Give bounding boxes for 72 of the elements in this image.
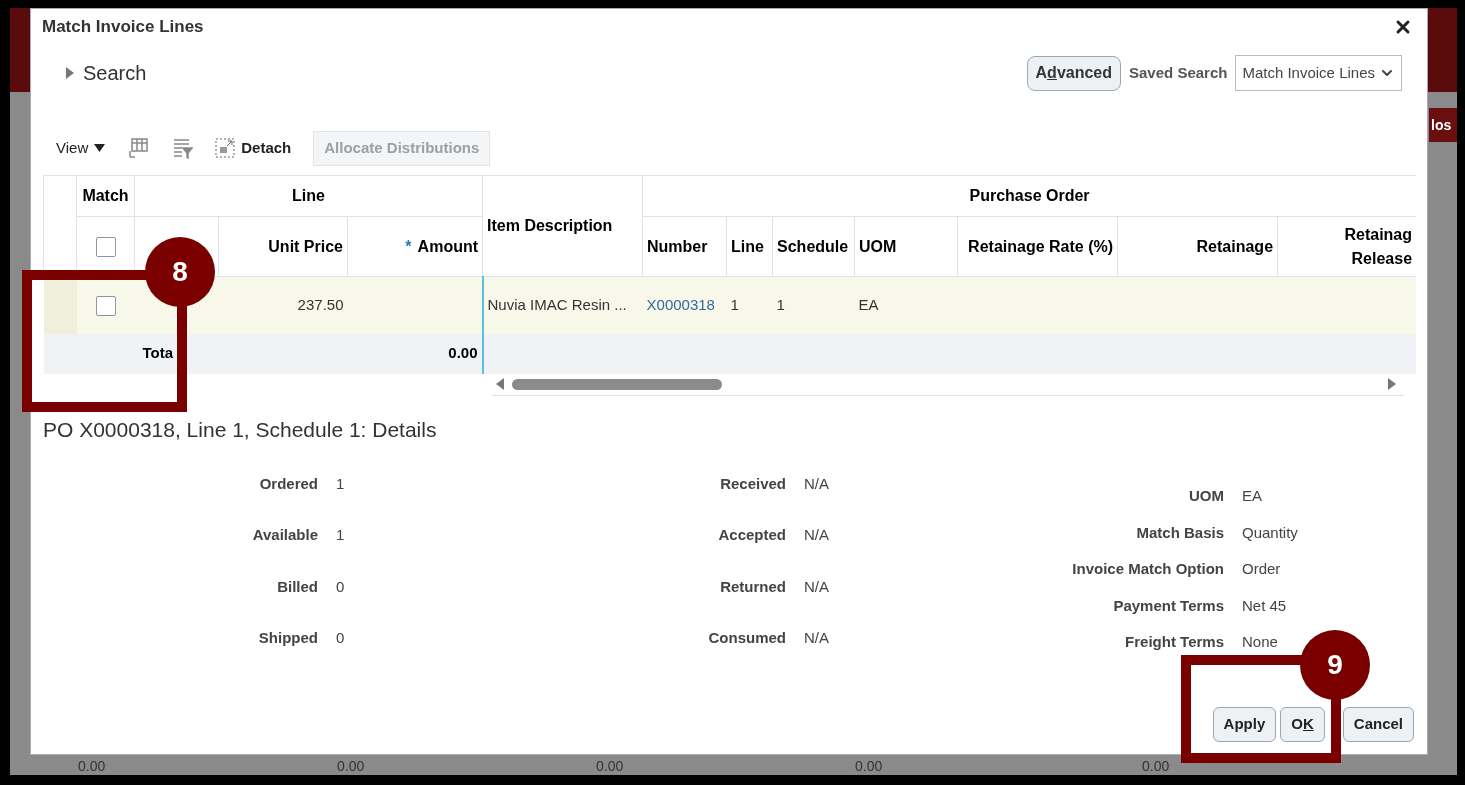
scroll-left-icon[interactable]	[496, 378, 504, 390]
table-cell: 237.50	[297, 296, 344, 313]
field-value: None	[1242, 632, 1279, 652]
po-number-link[interactable]: X0000318	[646, 296, 715, 313]
dialog-title: Match Invoice Lines	[42, 16, 204, 39]
column-header: Retainage Rate (%)	[957, 216, 1118, 277]
table-cell: 1	[776, 296, 785, 313]
page-value: 0.00	[337, 757, 365, 776]
scroll-right-icon[interactable]	[1388, 378, 1396, 390]
dialog-button[interactable]: Cancel	[1342, 707, 1414, 742]
field-label: Returned	[719, 576, 786, 597]
column-header: Retainage	[1117, 216, 1278, 277]
field-value: N/A	[804, 474, 830, 494]
column-header: UOM	[854, 216, 958, 277]
field-label: Payment Terms	[1112, 595, 1224, 616]
page-value: 0.00	[78, 757, 106, 776]
field-value: Order	[1242, 559, 1282, 579]
field-value: Net 45	[1242, 595, 1288, 616]
table-cell: 1	[730, 296, 739, 313]
scrollbar-thumb[interactable]	[512, 378, 722, 390]
detach-icon	[215, 138, 236, 158]
column-group-header: Line	[134, 175, 483, 217]
field-value: 0	[336, 628, 346, 649]
filter-icon[interactable]	[171, 137, 194, 159]
disclosure-triangle-icon	[65, 66, 75, 80]
page-value: 0.00	[596, 757, 624, 776]
field-value: Quantity	[1242, 522, 1299, 543]
search-toggle[interactable]: Search	[65, 58, 147, 88]
view-menu[interactable]: View	[56, 136, 106, 160]
field-value: 1	[336, 474, 346, 494]
field-value: 0	[336, 576, 346, 597]
field-label: Received	[719, 474, 786, 494]
advanced-button[interactable]: Advanced	[1026, 55, 1121, 91]
checkbox[interactable]	[95, 296, 116, 316]
field-value: N/A	[804, 576, 830, 597]
total-label: Tota	[141, 344, 174, 362]
field-label: Ordered	[258, 474, 318, 494]
field-label: UOM	[1188, 486, 1224, 506]
field-label: Invoice Match Option	[1071, 559, 1224, 579]
column-header: Unit Price	[218, 216, 348, 277]
table-cell: EA	[858, 296, 879, 313]
table-icon[interactable]	[127, 137, 150, 159]
field-label: Available	[251, 525, 318, 546]
field-label: Accepted	[717, 525, 786, 546]
field-value: N/A	[804, 628, 830, 649]
caret-icon	[94, 144, 106, 152]
dialog-button[interactable]: Apply	[1212, 707, 1277, 742]
column-header: Line	[726, 216, 773, 277]
field-label: Match Basis	[1135, 522, 1224, 543]
detach-button[interactable]: Detach	[215, 136, 292, 160]
field-label: Billed	[276, 576, 318, 597]
details-title: PO X0000318, Line 1, Schedule 1: Details	[43, 416, 438, 443]
field-label: Consumed	[707, 628, 786, 649]
page-button[interactable]: los	[1429, 108, 1457, 142]
saved-search-select[interactable]: Match Invoice Lines	[1235, 55, 1402, 91]
column-header: Number	[642, 216, 727, 277]
field-value: N/A	[804, 525, 830, 546]
saved-search-label: Saved Search	[1129, 62, 1228, 83]
column-group-header: Purchase Order	[642, 175, 1416, 217]
field-label: Shipped	[257, 628, 318, 649]
column-header: Match	[76, 175, 135, 217]
checkbox[interactable]	[95, 237, 116, 258]
field-value: 1	[336, 525, 346, 546]
column-header: Item Description	[482, 175, 643, 277]
column-header: Schedule	[772, 216, 855, 277]
page-value: 0.00	[1142, 757, 1170, 776]
total-amount: 0.00	[448, 344, 478, 362]
dialog-button[interactable]: OK	[1280, 707, 1325, 742]
page-value: 0.00	[855, 757, 883, 776]
field-label: Freight Terms	[1124, 632, 1224, 652]
table-cell: Nuvia IMAC Resin ...	[487, 296, 627, 313]
field-value: EA	[1242, 486, 1263, 506]
